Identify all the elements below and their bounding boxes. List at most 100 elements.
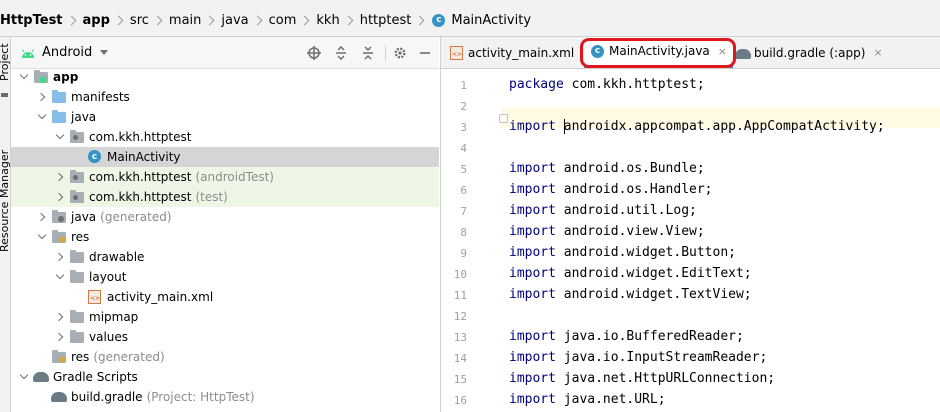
tree-item-values[interactable]: values — [11, 327, 439, 347]
line-number: 11 — [453, 289, 467, 302]
chevron-right-icon[interactable] — [53, 190, 67, 204]
code-keyword: import — [509, 161, 556, 176]
chevron-right-icon[interactable] — [53, 250, 67, 264]
breadcrumb-httptest[interactable]: httptest — [360, 13, 412, 28]
tab-build-gradle-app[interactable]: build.gradle (:app) × — [735, 37, 883, 68]
chevron-right-icon[interactable] — [35, 210, 49, 224]
breadcrumb-com[interactable]: com — [269, 13, 297, 28]
breadcrumb-project[interactable]: HttpTest — [0, 13, 63, 28]
chevron-down-icon[interactable] — [53, 130, 67, 144]
chevron-right-icon[interactable] — [53, 310, 67, 324]
tree-item-package-androidtest[interactable]: com.kkh.httptest (androidTest) — [11, 167, 439, 187]
chevron-right-icon[interactable] — [53, 170, 67, 184]
chevron-down-icon[interactable] — [100, 50, 109, 55]
code-keyword: import — [509, 329, 556, 344]
tree-item-label: com.kkh.httptest — [89, 190, 192, 204]
left-tool-strip: Project Resource Manager — [0, 37, 11, 412]
editor-tab-bar: activity_main.xml × c MainActivity.java … — [441, 37, 940, 69]
code-keyword: import — [509, 245, 556, 260]
minimize-icon[interactable] — [417, 45, 433, 61]
tree-item-res-generated[interactable]: res (generated) — [11, 347, 439, 367]
fold-icon[interactable] — [499, 114, 508, 123]
breadcrumb-src[interactable]: src — [130, 13, 149, 28]
tree-item-layout[interactable]: layout — [11, 267, 439, 287]
tree-item-java-generated[interactable]: java (generated) — [11, 207, 439, 227]
tree-item-label: app — [53, 70, 79, 84]
folder-icon — [69, 250, 85, 264]
toolbar-divider — [385, 45, 386, 61]
breadcrumb-main[interactable]: main — [169, 13, 201, 28]
tree-item-label: mipmap — [89, 310, 139, 324]
navigation-bar: HttpTest app src main java com kkh httpt… — [0, 5, 940, 37]
code-line: import androidx.appcompat.app.AppCompatA… — [509, 119, 885, 134]
chevron-down-icon[interactable] — [17, 70, 31, 84]
expand-all-icon[interactable] — [333, 45, 349, 61]
chevron-down-icon[interactable] — [35, 110, 49, 124]
tree-item-label: manifests — [71, 90, 130, 104]
tree-item-label: com.kkh.httptest — [89, 130, 192, 144]
gear-icon[interactable] — [392, 45, 408, 61]
android-icon — [20, 47, 36, 59]
line-number: 8 — [460, 226, 467, 239]
project-tool-icon — [1, 93, 8, 97]
chevron-right-icon[interactable] — [35, 90, 49, 104]
breadcrumb-mainactivity[interactable]: c MainActivity — [431, 13, 531, 28]
code-keyword: package — [509, 77, 564, 92]
code-editor: activity_main.xml × c MainActivity.java … — [440, 37, 940, 412]
class-icon: c — [87, 150, 103, 164]
tree-item-mipmap[interactable]: mipmap — [11, 307, 439, 327]
line-number: 14 — [453, 352, 467, 365]
tree-item-label: values — [89, 330, 129, 344]
code-line: import android.widget.TextView; — [509, 287, 752, 302]
tab-mainactivity-java[interactable]: c MainActivity.java × — [584, 37, 733, 68]
tree-item-res[interactable]: res — [11, 227, 439, 247]
chevron-down-icon[interactable] — [17, 370, 31, 384]
tree-item-label: activity_main.xml — [107, 290, 214, 304]
collapse-all-icon[interactable] — [360, 45, 376, 61]
project-panel: Android app manifests java com.kkh.httpt… — [11, 37, 439, 412]
close-icon[interactable]: × — [873, 46, 882, 59]
breadcrumb-kkh[interactable]: kkh — [316, 13, 339, 28]
tree-item-manifests[interactable]: manifests — [11, 87, 439, 107]
class-icon: c — [431, 13, 447, 28]
chevron-down-icon[interactable] — [53, 270, 67, 284]
tree-item-mainactivity[interactable]: c MainActivity — [11, 147, 439, 167]
crosshair-icon[interactable] — [306, 45, 322, 61]
code-text: android.widget.EditText; — [555, 266, 752, 281]
close-icon[interactable]: × — [718, 45, 727, 58]
tree-item-label: java — [71, 210, 97, 224]
code-line: import java.net.HttpURLConnection; — [509, 371, 775, 386]
tree-item-app[interactable]: app — [11, 67, 439, 87]
tree-item-label: com.kkh.httptest — [89, 170, 192, 184]
tree-item-label: res — [71, 350, 90, 364]
package-icon — [69, 190, 85, 204]
project-view-selector[interactable]: Android — [42, 45, 92, 60]
tree-item-label: MainActivity — [107, 150, 181, 164]
resource-manager-tool-tab[interactable]: Resource Manager — [0, 150, 11, 252]
chevron-right-icon — [66, 15, 76, 26]
tree-item-build-gradle-project[interactable]: build.gradle (Project: HttpTest) — [11, 387, 439, 407]
project-tool-tab[interactable]: Project — [0, 43, 11, 81]
tree-item-java[interactable]: java — [11, 107, 439, 127]
tree-item-gradle-scripts[interactable]: Gradle Scripts — [11, 367, 439, 387]
tree-item-label: Gradle Scripts — [53, 370, 138, 384]
code-area[interactable]: package com.kkh.httptest; import androidx… — [509, 69, 940, 412]
tab-activity-main-xml[interactable]: activity_main.xml × — [449, 37, 591, 68]
breadcrumb-app[interactable]: app — [83, 13, 110, 28]
code-keyword: import — [509, 392, 556, 407]
line-number: 2 — [460, 100, 467, 113]
chevron-down-icon[interactable] — [35, 230, 49, 244]
tree-item-drawable[interactable]: drawable — [11, 247, 439, 267]
xml-file-icon — [87, 290, 103, 304]
code-keyword: import — [509, 182, 556, 197]
code-line: import android.widget.Button; — [509, 245, 736, 260]
tree-item-note: (generated) — [100, 210, 172, 224]
tree-item-package[interactable]: com.kkh.httptest — [11, 127, 439, 147]
chevron-right-icon[interactable] — [53, 330, 67, 344]
tree-item-activity-main-xml[interactable]: activity_main.xml — [11, 287, 439, 307]
line-number: 15 — [453, 373, 467, 386]
folder-icon — [69, 310, 85, 324]
tree-item-package-test[interactable]: com.kkh.httptest (test) — [11, 187, 439, 207]
code-line: import android.os.Bundle; — [509, 161, 705, 176]
breadcrumb-java[interactable]: java — [221, 13, 248, 28]
